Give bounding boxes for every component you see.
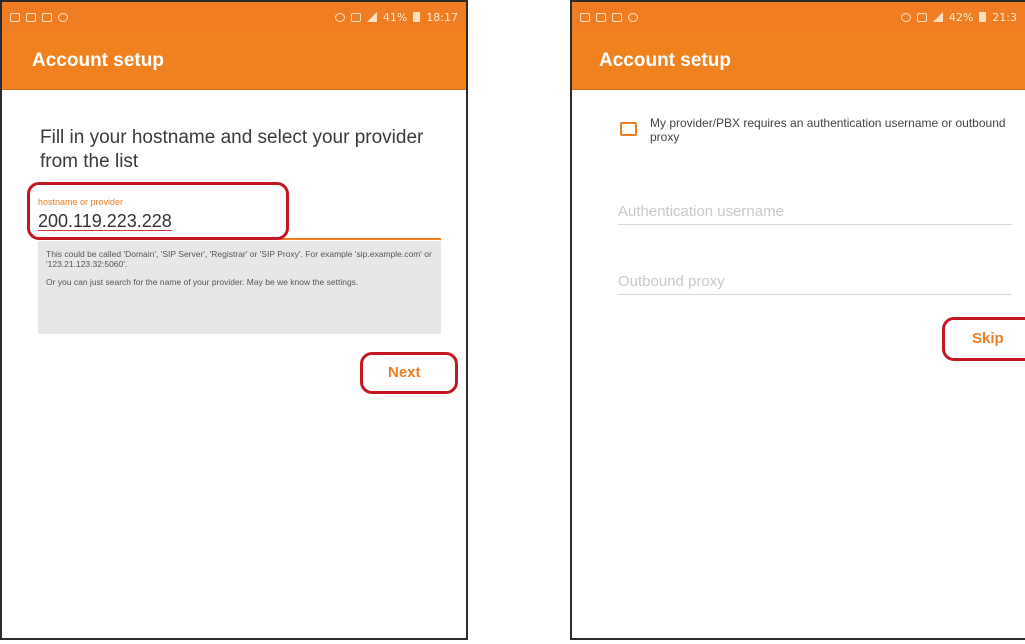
app-bar-title: Account setup — [32, 49, 164, 71]
mute-icon — [916, 12, 927, 22]
app-bar: Account setup — [2, 32, 466, 90]
message-icon — [10, 12, 20, 22]
outbound-proxy-input[interactable] — [618, 268, 1012, 295]
image-icon — [26, 12, 36, 22]
auth-required-checkbox-label[interactable]: My provider/PBX requires an authenticati… — [650, 116, 1010, 144]
chat-icon — [42, 12, 52, 22]
page-heading: Fill in your hostname and select your pr… — [40, 127, 424, 172]
clock-icon — [58, 12, 68, 22]
phone-screen-left: 41% 18:17 Account setup Fill in your hos… — [0, 0, 468, 640]
app-bar-title: Account setup — [599, 49, 731, 71]
bluetooth-icon — [900, 12, 911, 22]
status-bar: 41% 18:17 — [2, 2, 466, 32]
battery-percent: 42% — [948, 10, 974, 24]
bluetooth-icon — [334, 12, 345, 22]
battery-icon — [413, 12, 421, 22]
hostname-input[interactable]: 200.119.223.228 — [38, 211, 172, 232]
signal-icon — [932, 12, 943, 22]
status-time: 18:17 — [426, 10, 458, 24]
hostname-input-underline — [38, 238, 441, 240]
battery-icon — [979, 12, 987, 22]
hostname-hint-box: This could be called 'Domain', 'SIP Serv… — [38, 241, 441, 334]
app-bar: Account setup — [572, 32, 1025, 90]
status-time: 21:3 — [992, 10, 1017, 24]
play-icon — [628, 12, 638, 22]
message-icon — [596, 12, 606, 22]
signal-icon — [366, 12, 377, 22]
hint-text-search: Or you can just search for the name of y… — [46, 277, 359, 287]
status-bar: 42% 21:3 — [572, 2, 1025, 32]
next-button[interactable]: Next — [388, 364, 421, 381]
chat-icon — [612, 12, 622, 22]
battery-percent: 41% — [382, 10, 408, 24]
auth-required-checkbox[interactable] — [620, 122, 637, 136]
skip-button[interactable]: Skip — [972, 330, 1004, 347]
mute-icon — [350, 12, 361, 22]
hostname-field-label: hostname or provider — [38, 197, 124, 207]
phone-screen-right: 42% 21:3 Account setup My provider/PBX r… — [570, 0, 1025, 640]
email-icon — [580, 12, 590, 22]
hint-text-examples: This could be called 'Domain', 'SIP Serv… — [46, 249, 432, 269]
authentication-username-input[interactable] — [618, 198, 1012, 225]
